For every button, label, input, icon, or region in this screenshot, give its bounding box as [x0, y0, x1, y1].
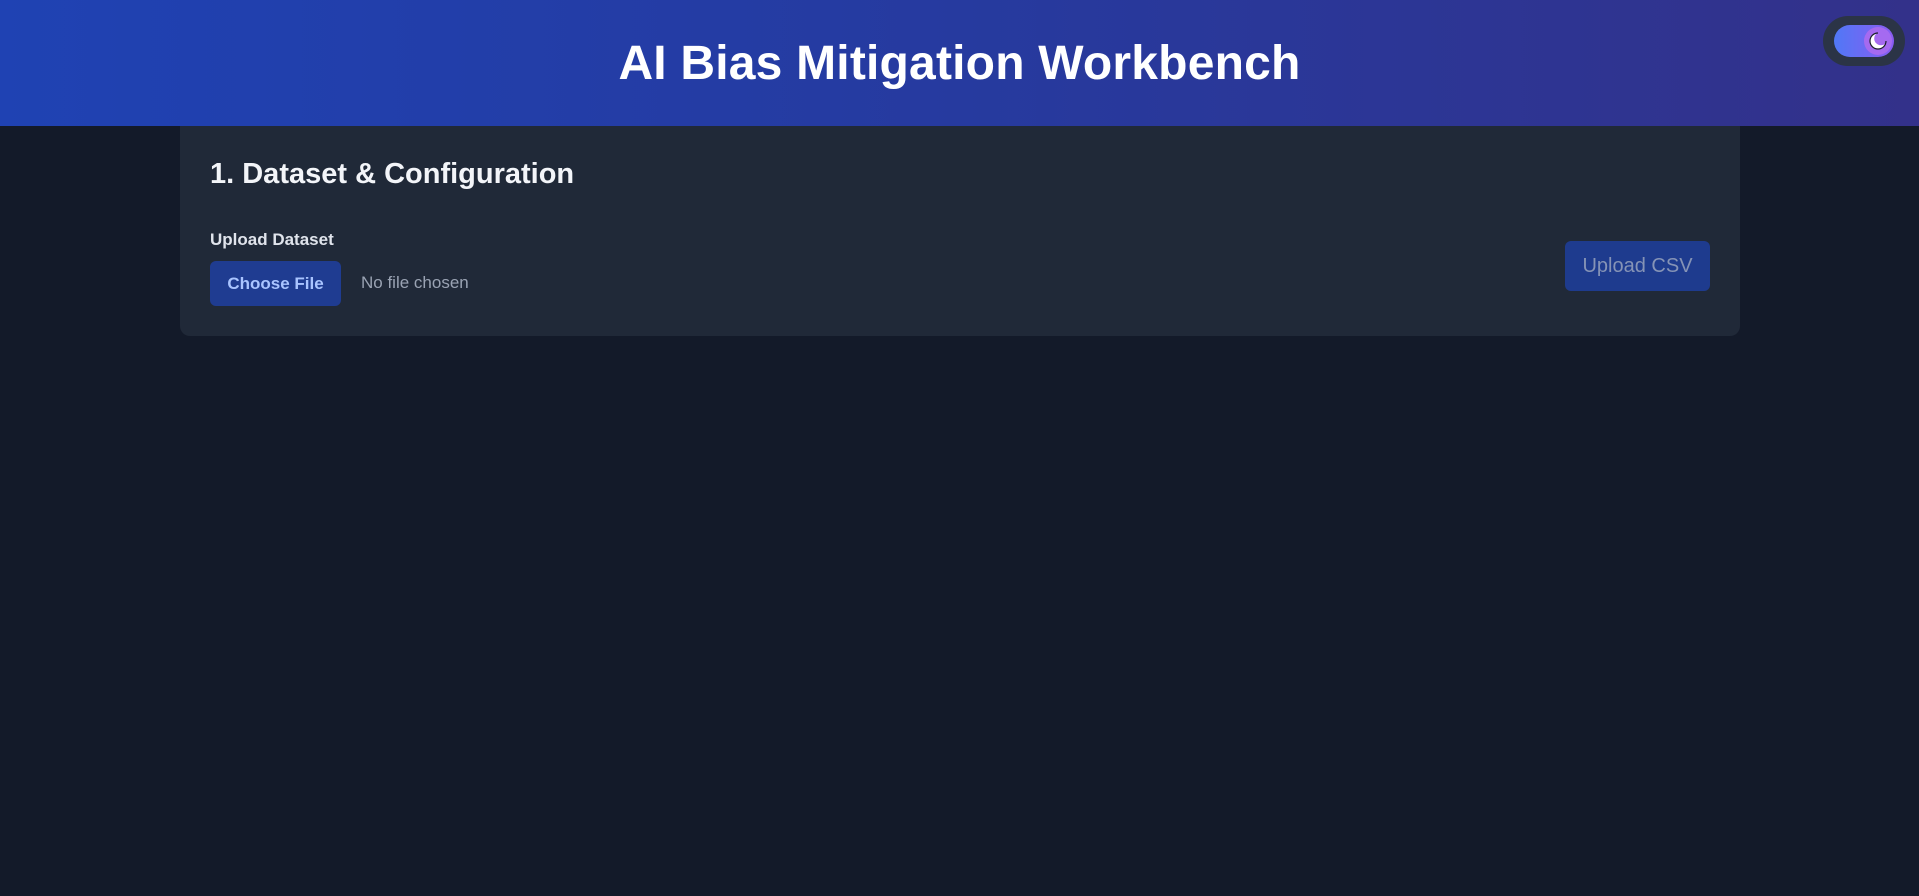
upload-csv-button[interactable]: Upload CSV — [1565, 241, 1710, 291]
page-title: AI Bias Mitigation Workbench — [618, 36, 1301, 90]
toggle-track[interactable] — [1834, 25, 1894, 57]
moon-icon — [1869, 31, 1888, 50]
section-title: 1. Dataset & Configuration — [210, 158, 575, 190]
app-header: AI Bias Mitigation Workbench — [0, 0, 1919, 126]
toggle-knob[interactable] — [1864, 27, 1892, 55]
theme-toggle[interactable] — [1823, 16, 1905, 66]
file-status-text: No file chosen — [361, 273, 469, 292]
choose-file-button[interactable]: Choose File — [210, 261, 341, 306]
upload-dataset-label: Upload Dataset — [210, 230, 334, 249]
dataset-config-card: 1. Dataset & Configuration Upload Datase… — [180, 126, 1740, 336]
